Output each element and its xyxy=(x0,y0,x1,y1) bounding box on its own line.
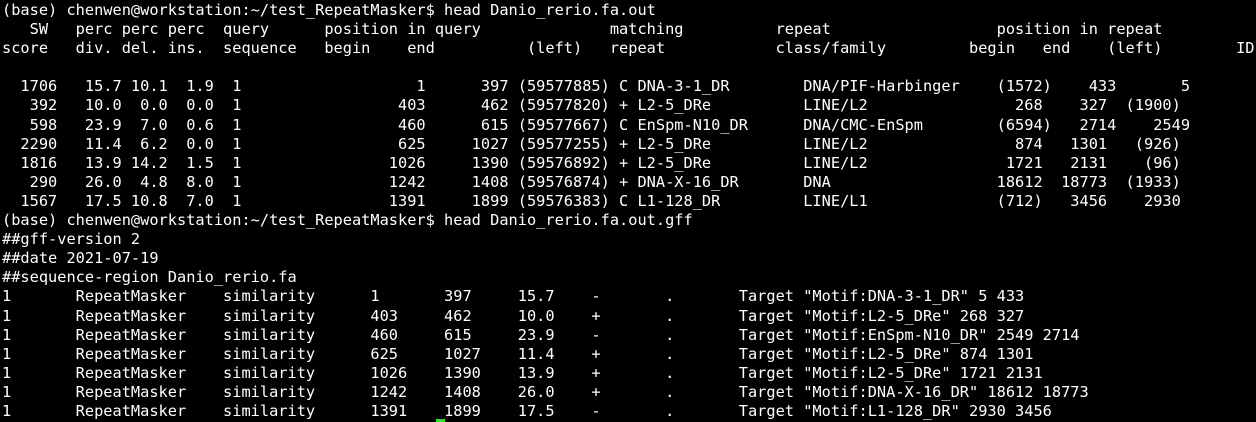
prompt-line: (base) chenwen@workstation:~/test_Repeat… xyxy=(2,1,656,19)
out-row: 392 10.0 0.0 0.0 1 403 462 (59577820) + … xyxy=(2,96,1256,115)
gff-row: 1 RepeatMasker similarity 1242 1408 26.0… xyxy=(2,382,1089,401)
gff-row: 1 RepeatMasker similarity 403 462 10.0 +… xyxy=(2,306,1025,325)
gff-comment-line: ##sequence-region Danio_rerio.fa xyxy=(2,268,297,287)
gff-comment-line: ##date 2021-07-19 xyxy=(2,249,159,268)
out-row: 1706 15.7 10.1 1.9 1 1 397 (59577885) C … xyxy=(2,77,1256,96)
out-row: 598 23.9 7.0 0.6 1 460 615 (59577667) C … xyxy=(2,115,1256,134)
gff-row: 1 RepeatMasker similarity 460 615 23.9 -… xyxy=(2,325,1080,344)
out-header-line: score div. del. ins. sequence begin end … xyxy=(2,39,1255,58)
out-row: 1816 13.9 14.2 1.5 1 1026 1390 (59576892… xyxy=(2,153,1256,172)
out-row: 2290 11.4 6.2 0.0 1 625 1027 (59577255) … xyxy=(2,134,1256,153)
terminal-window[interactable]: (base) chenwen@workstation:~/test_Repeat… xyxy=(0,0,1256,422)
out-row: 290 26.0 4.8 8.0 1 1242 1408 (59576874) … xyxy=(2,172,1256,191)
gff-row: 1 RepeatMasker similarity 1391 1899 17.5… xyxy=(2,401,1052,420)
gff-row: 1 RepeatMasker similarity 1026 1390 13.9… xyxy=(2,363,1043,382)
gff-row: 1 RepeatMasker similarity 625 1027 11.4 … xyxy=(2,344,1034,363)
gff-row: 1 RepeatMasker similarity 1 397 15.7 - .… xyxy=(2,287,1025,306)
out-row: 1567 17.5 10.8 7.0 1 1391 1899 (59576383… xyxy=(2,191,1256,210)
prompt-line: (base) chenwen@workstation:~/test_Repeat… xyxy=(2,211,693,230)
gff-comment-line: ##gff-version 2 xyxy=(2,230,141,249)
out-header-line: SW perc perc perc query position in quer… xyxy=(2,20,1163,39)
